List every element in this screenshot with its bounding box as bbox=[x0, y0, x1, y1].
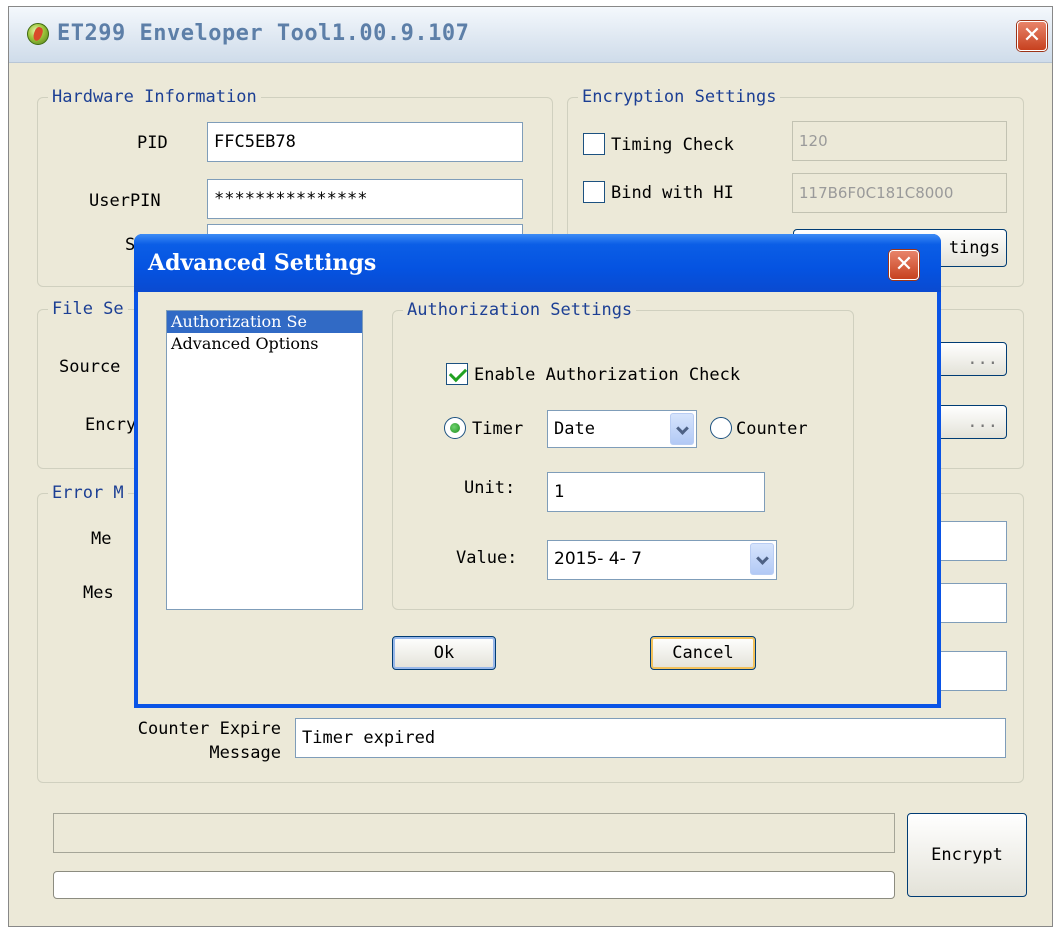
dialog-body: Authorization Se Advanced Options Author… bbox=[138, 292, 937, 704]
encrypted-browse-label: ... bbox=[967, 412, 998, 432]
enable-authorization-label: Enable Authorization Check bbox=[474, 365, 741, 385]
pid-field[interactable]: FFC5EB78 bbox=[207, 122, 523, 162]
encrypt-button-label: Encrypt bbox=[931, 845, 1003, 865]
bind-hi-label: Bind with HI bbox=[611, 183, 734, 203]
value-label: Value: bbox=[456, 548, 518, 568]
timing-check-checkbox[interactable] bbox=[583, 133, 605, 155]
close-icon: ✕ bbox=[1022, 23, 1042, 48]
timer-mode-value: Date bbox=[554, 419, 595, 439]
ok-button[interactable]: Ok bbox=[392, 636, 496, 670]
unit-field[interactable]: 1 bbox=[547, 472, 765, 512]
file-settings-legend: File Se bbox=[52, 299, 124, 319]
progress-bar bbox=[53, 871, 895, 899]
chevron-down-icon[interactable] bbox=[670, 413, 694, 445]
bind-value-field[interactable]: 117B6F0C181C8000 bbox=[792, 173, 1007, 213]
message-1-label: Me bbox=[91, 529, 112, 549]
userpin-field[interactable]: *************** bbox=[207, 179, 523, 219]
bind-hi-checkbox[interactable] bbox=[583, 181, 605, 203]
close-icon: ✕ bbox=[894, 252, 914, 277]
enable-authorization-checkbox[interactable] bbox=[446, 363, 468, 385]
timing-check-label: Timing Check bbox=[611, 135, 734, 155]
source-browse-label: ... bbox=[967, 349, 998, 369]
ok-button-label: Ok bbox=[433, 643, 455, 663]
list-item-advanced-options[interactable]: Advanced Options bbox=[167, 333, 362, 355]
unit-label: Unit: bbox=[464, 478, 516, 498]
authorization-settings-legend: Authorization Settings bbox=[407, 300, 633, 320]
window-title: ET299 Enveloper Tool1.00.9.107 bbox=[57, 21, 470, 46]
app-icon bbox=[27, 23, 49, 45]
timing-value-field[interactable]: 120 bbox=[792, 121, 1007, 161]
error-messages-legend: Error M bbox=[52, 483, 124, 503]
cancel-button[interactable]: Cancel bbox=[650, 636, 756, 670]
message-2-label: Mes bbox=[83, 583, 114, 603]
dialog-title: Advanced Settings bbox=[148, 250, 377, 276]
counter-expire-label-line2: Message bbox=[209, 743, 281, 763]
title-bar[interactable]: ET299 Enveloper Tool1.00.9.107 ✕ bbox=[9, 7, 1052, 63]
timer-mode-dropdown[interactable]: Date bbox=[547, 410, 697, 448]
userpin-label: UserPIN bbox=[89, 191, 161, 211]
counter-label: Counter bbox=[736, 419, 808, 439]
close-button[interactable]: ✕ bbox=[1017, 21, 1047, 51]
dialog-close-button[interactable]: ✕ bbox=[889, 250, 919, 280]
value-date: 2015- 4- 7 bbox=[554, 549, 642, 569]
chevron-down-icon[interactable] bbox=[750, 543, 774, 575]
encrypted-file-label: Encry bbox=[85, 415, 137, 435]
timer-radio[interactable] bbox=[444, 417, 466, 439]
timer-label: Timer bbox=[472, 419, 524, 439]
settings-category-list[interactable]: Authorization Se Advanced Options bbox=[166, 310, 363, 610]
counter-radio[interactable] bbox=[710, 417, 732, 439]
dialog-title-bar[interactable]: Advanced Settings ✕ bbox=[134, 234, 941, 292]
value-date-picker[interactable]: 2015- 4- 7 bbox=[547, 540, 777, 580]
list-item-authorization[interactable]: Authorization Se bbox=[167, 311, 362, 333]
source-label: Source bbox=[59, 357, 121, 377]
pid-label: PID bbox=[137, 133, 168, 153]
encrypt-button[interactable]: Encrypt bbox=[907, 813, 1027, 897]
status-bar bbox=[53, 813, 895, 853]
counter-expire-field[interactable]: Timer expired bbox=[295, 718, 1006, 758]
advanced-settings-dialog: Advanced Settings ✕ Authorization Se Adv… bbox=[134, 234, 941, 708]
encryption-settings-legend: Encryption Settings bbox=[582, 87, 777, 107]
hardware-info-legend: Hardware Information bbox=[52, 87, 257, 107]
cancel-button-label: Cancel bbox=[672, 643, 734, 663]
counter-expire-label-line1: Counter Expire bbox=[137, 719, 281, 739]
settings-button-label: tings bbox=[948, 238, 1000, 258]
